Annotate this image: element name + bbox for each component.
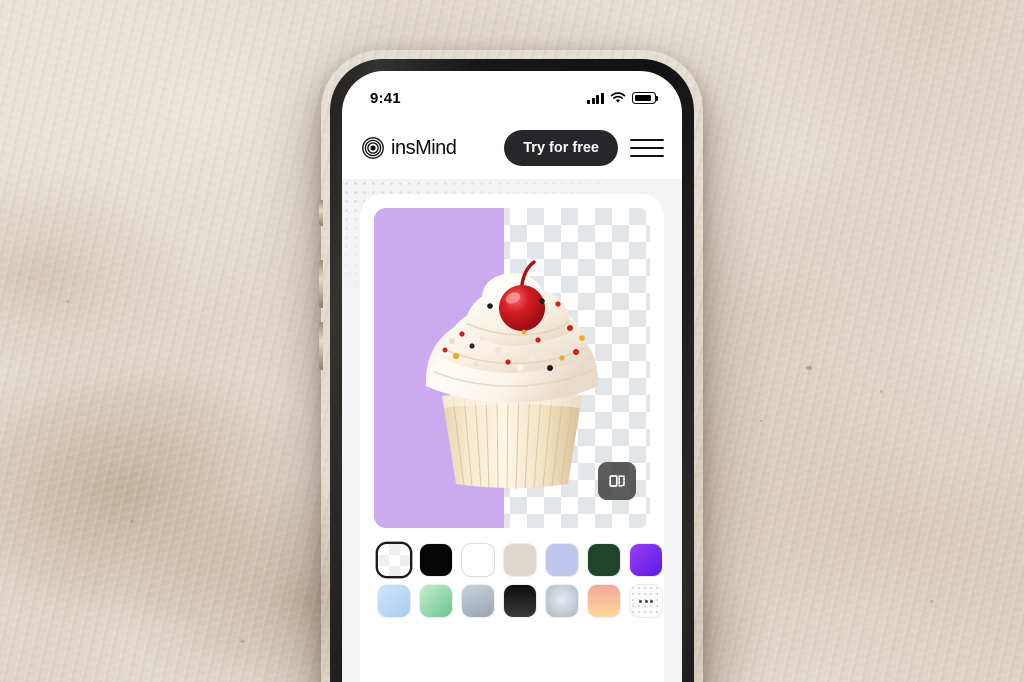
wifi-icon [610,92,626,103]
app-header: insMind Try for free [342,117,682,179]
image-preview[interactable] [374,208,650,528]
swatch-forest-green[interactable] [588,544,620,576]
swatch-black[interactable] [420,544,452,576]
phone-screen: 9:41 insMind Try for free [342,71,682,682]
brand-name: insMind [391,136,457,159]
insmind-rings-logo-icon [362,137,384,159]
try-for-free-button[interactable]: Try for free [504,130,618,166]
phone-bezel: 9:41 insMind Try for free [330,59,694,682]
battery-icon [632,92,659,104]
editor-page: Download [342,179,682,682]
cupcake-image [425,260,599,490]
swatch-periwinkle[interactable] [546,544,578,576]
status-bar-time: 9:41 [370,89,401,107]
split-compare-icon [609,475,625,487]
brand-logo[interactable]: insMind [362,136,457,160]
editor-card: Download [360,194,664,682]
swatch-silver-radial[interactable] [546,585,578,617]
swatch-beige[interactable] [504,544,536,576]
status-bar: 9:41 [342,71,682,117]
swatch-slate-gray-gradient[interactable] [462,585,494,617]
swatch-more-options[interactable] [630,585,662,617]
hamburger-menu-icon[interactable] [630,131,664,165]
phone-volume-down-button[interactable] [319,322,323,370]
compare-split-button[interactable] [598,462,636,500]
swatch-peach-gradient[interactable] [588,585,620,617]
phone-silent-switch[interactable] [319,200,323,226]
swatch-transparent[interactable] [378,544,410,576]
swatch-light-blue-gradient[interactable] [378,585,410,617]
swatch-white[interactable] [462,544,494,576]
phone-volume-up-button[interactable] [319,260,323,308]
swatch-dark-texture[interactable] [504,585,536,617]
status-bar-indicators [587,84,659,104]
swatch-mint-green-gradient[interactable] [420,585,452,617]
cellular-signal-icon [587,92,604,104]
phone-device-frame: 9:41 insMind Try for free [319,50,703,682]
swatch-violet[interactable] [630,544,662,576]
background-swatch-grid [374,544,662,617]
